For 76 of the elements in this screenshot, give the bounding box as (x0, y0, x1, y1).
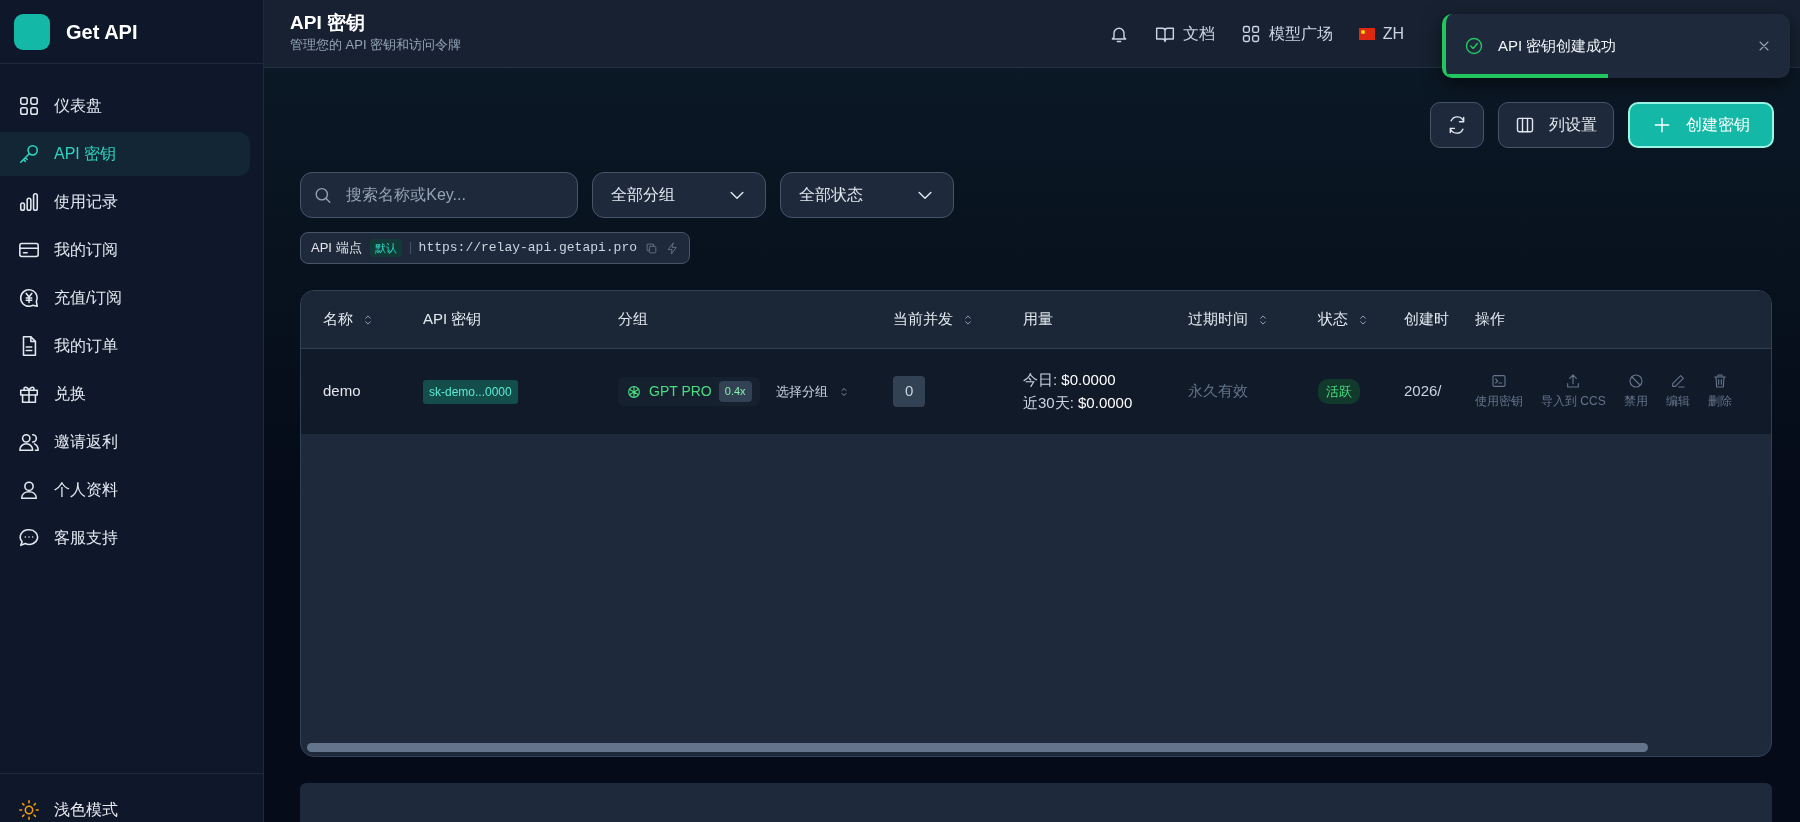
page-subtitle: 管理您的 API 密钥和访问令牌 (290, 36, 462, 55)
gift-icon (18, 383, 40, 405)
group-name: GPT PRO (649, 382, 712, 402)
check-circle-icon (1464, 36, 1484, 56)
column-settings-button[interactable]: 列设置 (1498, 102, 1614, 148)
grid-icon (1240, 23, 1261, 44)
sidebar-item[interactable]: 兑换 (0, 372, 250, 416)
sidebar-item[interactable]: 使用记录 (0, 180, 250, 224)
logo-icon (14, 13, 50, 50)
terminal-icon (1491, 373, 1507, 390)
api-key: sk-demo...0000 (423, 379, 518, 404)
bar-chart-icon (18, 191, 40, 213)
row-action[interactable]: 编辑 (1665, 373, 1690, 411)
column-header: 用量 (1023, 309, 1053, 330)
row-action[interactable]: 导入到 CCS (1541, 373, 1606, 411)
upload-icon (1565, 373, 1582, 390)
sidebar-item[interactable]: API 密钥 (0, 132, 250, 176)
header-link[interactable]: 文档 (1154, 21, 1215, 46)
page-title: API 密钥 (290, 12, 366, 36)
sidebar-item[interactable]: 邀请返利 (0, 420, 250, 464)
search-field[interactable]: 搜索名称或Key... (300, 172, 578, 218)
concurrency-value: 0 (893, 376, 926, 407)
sidebar-item[interactable]: 个人资料 (0, 468, 250, 512)
rate-tag: 0.4x (718, 381, 752, 402)
copy-icon (645, 241, 658, 255)
column-header: 状态 (1318, 309, 1348, 330)
refresh-icon (1447, 115, 1467, 135)
sidebar-item[interactable]: 客服支持 (0, 516, 250, 560)
user-icon (18, 479, 40, 501)
endpoint-label: API 端点 (311, 239, 362, 258)
edit-icon (1669, 373, 1686, 390)
filter-select[interactable]: 全部分组 (592, 172, 766, 218)
key-icon (18, 143, 40, 165)
column-header: 当前并发 (893, 309, 953, 330)
group-select[interactable]: 选择分组 (775, 381, 850, 402)
usage-line: 今日: $0.0000 (1023, 370, 1117, 391)
usage-line: 近30天: $0.0000 (1023, 392, 1133, 413)
row-action[interactable]: 禁用 (1623, 373, 1648, 411)
sidebar-item[interactable]: 仪表盘 (0, 84, 250, 128)
column-header: 分组 (618, 309, 648, 330)
trash-icon (1711, 373, 1728, 390)
plus-icon (1652, 115, 1672, 135)
columns-icon (1515, 115, 1535, 135)
toast-message: API 密钥创建成功 (1498, 35, 1617, 56)
column-header: 创建时 (1404, 309, 1449, 330)
scrollbar-thumb[interactable] (307, 743, 1649, 753)
status-badge: 活跃 (1318, 378, 1360, 405)
sidebar-item[interactable]: 我的订单 (0, 324, 250, 368)
flag-icon (1358, 27, 1375, 40)
row-action[interactable]: 删除 (1707, 373, 1732, 411)
header-link[interactable]: ZH (1358, 21, 1404, 46)
endpoint-url: https://relay-api.getapi.pro (418, 239, 637, 258)
grid-icon (18, 95, 40, 117)
brand-name: Get API (66, 19, 138, 45)
ban-icon (1627, 373, 1644, 390)
refresh-button[interactable] (1430, 102, 1484, 148)
default-tag: 默认 (369, 238, 402, 258)
search-input[interactable]: 搜索名称或Key... (344, 182, 565, 208)
theme-toggle[interactable]: 浅色模式 (54, 798, 118, 822)
column-header: 名称 (323, 309, 353, 330)
sidebar-item[interactable]: 我的订阅 (0, 228, 250, 272)
users-icon (18, 431, 40, 453)
chat-icon (18, 527, 40, 549)
column-header: 操作 (1475, 309, 1505, 330)
sidebar-item[interactable]: 充值/订阅 (0, 276, 250, 320)
column-header: 过期时间 (1188, 309, 1248, 330)
column-header: API 密钥 (423, 309, 482, 330)
created-date: 2026/ (1404, 381, 1442, 402)
key-name: demo (323, 381, 361, 402)
row-action[interactable]: 使用密钥 (1475, 373, 1523, 411)
sun-icon (18, 799, 40, 821)
filter-select[interactable]: 全部状态 (780, 172, 954, 218)
yen-icon (18, 287, 40, 309)
bolt-icon (666, 241, 679, 255)
header-link[interactable]: 模型广场 (1240, 21, 1333, 46)
expiry-text: 永久有效 (1188, 381, 1248, 402)
